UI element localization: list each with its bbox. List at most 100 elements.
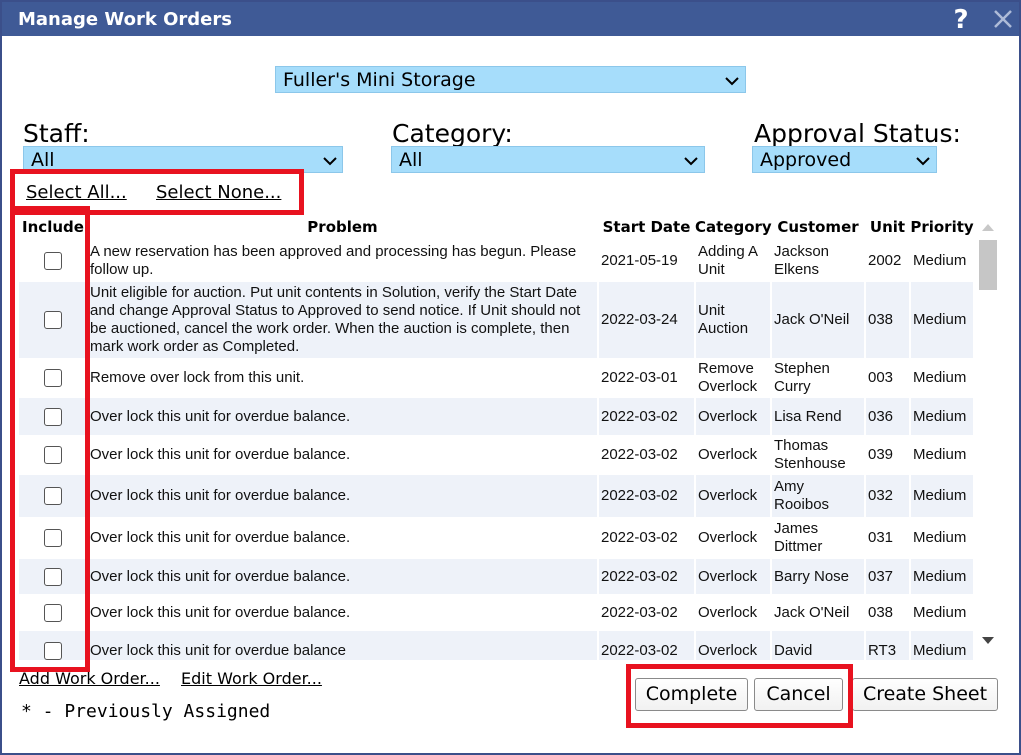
priority-cell: Medium xyxy=(910,517,975,559)
start-date-cell: 2022-03-02 xyxy=(598,435,696,475)
staff-select[interactable]: All xyxy=(23,146,343,173)
help-icon[interactable]: ? xyxy=(948,4,974,32)
start-date-column-header[interactable]: Start Date xyxy=(598,214,695,240)
category-cell: Overlock xyxy=(695,435,772,475)
start-date-cell: 2022-03-02 xyxy=(598,631,696,660)
facility-select[interactable]: Fuller's Mini Storage xyxy=(275,66,746,93)
table-row[interactable]: Over lock this unit for overdue balance.… xyxy=(19,517,975,559)
unit-column-header[interactable]: Unit xyxy=(865,214,910,240)
include-checkbox[interactable] xyxy=(43,252,62,271)
table-row[interactable]: Unit eligible for auction. Put unit cont… xyxy=(19,282,975,358)
include-cell xyxy=(19,398,88,435)
problem-cell: Over lock this unit for overdue balance. xyxy=(87,475,599,517)
include-column-header[interactable]: Include xyxy=(19,214,87,240)
approval-status-select-value: Approved xyxy=(760,149,852,171)
include-checkbox[interactable] xyxy=(43,529,62,548)
scroll-down-arrow-icon[interactable] xyxy=(981,636,995,646)
problem-cell: Over lock this unit for overdue balance. xyxy=(87,517,599,559)
start-date-cell: 2022-03-02 xyxy=(598,475,696,517)
include-checkbox[interactable] xyxy=(43,407,62,426)
table-row[interactable]: A new reservation has been approved and … xyxy=(19,240,975,282)
include-cell xyxy=(19,594,88,631)
unit-cell: 036 xyxy=(865,398,911,435)
problem-cell: A new reservation has been approved and … xyxy=(87,240,599,282)
chevron-down-icon xyxy=(916,157,930,166)
include-cell xyxy=(19,475,88,517)
select-all-link[interactable]: Select All... xyxy=(26,182,127,203)
unit-cell: 038 xyxy=(865,282,911,358)
add-work-order-link[interactable]: Add Work Order... xyxy=(19,669,160,688)
include-checkbox[interactable] xyxy=(43,567,62,586)
customer-cell: James Dittmer xyxy=(771,517,866,559)
table-row[interactable]: Over lock this unit for overdue balance 2… xyxy=(19,631,975,660)
facility-select-value: Fuller's Mini Storage xyxy=(283,69,476,91)
problem-cell: Over lock this unit for overdue balance. xyxy=(87,559,599,594)
table-row[interactable]: Remove over lock from this unit. 2022-03-… xyxy=(19,358,975,398)
unit-cell: 039 xyxy=(865,435,911,475)
category-cell: Adding A Unit xyxy=(695,240,772,282)
manage-work-orders-dialog: Manage Work Orders ? Fuller's Mini Stora… xyxy=(0,0,1021,755)
priority-cell: Medium xyxy=(910,282,975,358)
chevron-down-icon xyxy=(684,157,698,166)
chevron-down-icon xyxy=(323,157,337,166)
scroll-up-arrow-icon[interactable] xyxy=(981,222,995,232)
table-header-row: Include Problem Start Date Category Cust… xyxy=(19,214,974,240)
problem-cell: Unit eligible for auction. Put unit cont… xyxy=(87,282,599,358)
select-none-link[interactable]: Select None... xyxy=(156,182,281,203)
priority-cell: Medium xyxy=(910,435,975,475)
category-cell: Overlock xyxy=(695,594,772,631)
start-date-cell: 2022-03-02 xyxy=(598,517,696,559)
grid-scrollbar[interactable] xyxy=(975,214,1001,660)
include-checkbox[interactable] xyxy=(43,311,62,330)
unit-cell: RT3 xyxy=(865,631,911,660)
customer-cell: David xyxy=(771,631,866,660)
customer-column-header[interactable]: Customer xyxy=(771,214,865,240)
include-checkbox[interactable] xyxy=(43,642,62,660)
create-sheet-button[interactable]: Create Sheet xyxy=(852,678,998,711)
category-column-header[interactable]: Category xyxy=(695,214,772,240)
include-cell xyxy=(19,631,88,660)
table-row[interactable]: Over lock this unit for overdue balance.… xyxy=(19,559,975,594)
customer-cell: Jackson Elkens xyxy=(771,240,866,282)
category-select[interactable]: All xyxy=(391,146,705,173)
include-checkbox[interactable] xyxy=(43,446,62,465)
unit-cell: 037 xyxy=(865,559,911,594)
staff-select-value: All xyxy=(31,149,55,171)
scroll-thumb[interactable] xyxy=(979,240,997,290)
edit-work-order-link[interactable]: Edit Work Order... xyxy=(181,669,322,688)
category-label: Category: xyxy=(392,119,513,148)
category-cell: Overlock xyxy=(695,475,772,517)
title-bar: Manage Work Orders ? xyxy=(2,2,1019,36)
include-checkbox[interactable] xyxy=(43,487,62,506)
priority-column-header[interactable]: Priority xyxy=(910,214,974,240)
start-date-cell: 2022-03-02 xyxy=(598,398,696,435)
problem-cell: Over lock this unit for overdue balance. xyxy=(87,594,599,631)
include-checkbox[interactable] xyxy=(43,369,62,388)
include-cell xyxy=(19,559,88,594)
priority-cell: Medium xyxy=(910,559,975,594)
customer-cell: Thomas Stenhouse xyxy=(771,435,866,475)
include-checkbox[interactable] xyxy=(43,603,62,622)
priority-cell: Medium xyxy=(910,240,975,282)
start-date-cell: 2022-03-01 xyxy=(598,358,696,398)
unit-cell: 2002 xyxy=(865,240,911,282)
include-cell xyxy=(19,435,88,475)
staff-label: Staff: xyxy=(23,119,90,148)
close-icon[interactable] xyxy=(992,8,1014,30)
table-row[interactable]: Over lock this unit for overdue balance.… xyxy=(19,594,975,631)
category-cell: Overlock xyxy=(695,631,772,660)
priority-cell: Medium xyxy=(910,631,975,660)
table-row[interactable]: Over lock this unit for overdue balance.… xyxy=(19,398,975,435)
cancel-button[interactable]: Cancel xyxy=(754,678,843,711)
include-cell xyxy=(19,517,88,559)
window-title: Manage Work Orders xyxy=(18,9,232,30)
problem-column-header[interactable]: Problem xyxy=(87,214,598,240)
table-row[interactable]: Over lock this unit for overdue balance.… xyxy=(19,475,975,517)
approval-status-select[interactable]: Approved xyxy=(752,146,937,173)
complete-button[interactable]: Complete xyxy=(635,678,748,711)
category-cell: Overlock xyxy=(695,517,772,559)
table-row[interactable]: Over lock this unit for overdue balance.… xyxy=(19,435,975,475)
problem-cell: Remove over lock from this unit. xyxy=(87,358,599,398)
previously-assigned-legend: * - Previously Assigned xyxy=(21,701,271,722)
problem-cell: Over lock this unit for overdue balance xyxy=(87,631,599,660)
